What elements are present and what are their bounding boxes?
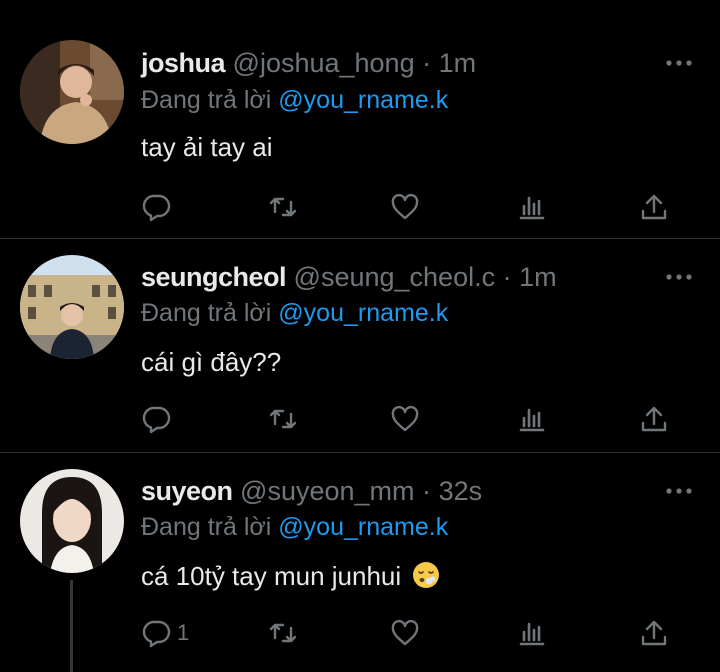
timestamp[interactable]: 1m xyxy=(519,262,557,292)
share-button[interactable] xyxy=(639,615,669,651)
share-icon xyxy=(639,618,669,648)
more-icon[interactable] xyxy=(664,270,694,284)
avatar-seungcheol[interactable] xyxy=(20,255,124,359)
reply-icon xyxy=(141,192,171,222)
analytics-icon xyxy=(517,618,547,648)
tweet-actions: 1 xyxy=(0,615,720,651)
tweet-header: joshua @joshua_hong · 1m xyxy=(141,47,476,79)
thread-line xyxy=(70,580,73,672)
like-icon xyxy=(390,618,420,648)
retweet-button[interactable] xyxy=(268,615,298,651)
tweet-text-row: cá 10tỷ tay mun junhui xyxy=(141,559,440,593)
analytics-button[interactable] xyxy=(517,189,547,225)
tweet-2[interactable]: seungcheol @seung_cheol.c · 1m Đang trả … xyxy=(0,239,720,452)
tweet-3[interactable]: suyeon @suyeon_mm · 32s Đang trả lời @yo… xyxy=(0,453,720,672)
reply-button[interactable]: 1 xyxy=(141,615,189,651)
timestamp[interactable]: 32s xyxy=(439,476,483,506)
tweet-text: cá 10tỷ tay mun junhui xyxy=(141,561,402,591)
separator-dot: · xyxy=(422,48,432,78)
mention-link[interactable]: @you_rname.k xyxy=(278,299,448,327)
like-icon xyxy=(390,404,420,434)
retweet-button[interactable] xyxy=(268,189,298,225)
face-exhaling-emoji xyxy=(412,561,440,589)
like-button[interactable] xyxy=(390,401,420,437)
user-handle[interactable]: @seung_cheol.c xyxy=(294,262,496,292)
analytics-icon xyxy=(517,404,547,434)
separator-dot: · xyxy=(422,476,432,506)
reply-button[interactable] xyxy=(141,189,177,225)
tweet-1[interactable]: joshua @joshua_hong · 1m Đang trả lời @y… xyxy=(0,0,720,238)
user-handle[interactable]: @joshua_hong xyxy=(233,48,415,78)
mention-link[interactable]: @you_rname.k xyxy=(278,513,448,541)
avatar-suyeon[interactable] xyxy=(20,469,124,573)
user-handle[interactable]: @suyeon_mm xyxy=(240,476,414,506)
more-icon[interactable] xyxy=(664,56,694,70)
retweet-icon xyxy=(268,404,298,434)
more-icon[interactable] xyxy=(664,484,694,498)
tweet-text: cái gì đây?? xyxy=(141,347,282,377)
replying-to: Đang trả lời @you_rname.k xyxy=(141,297,448,329)
reply-icon xyxy=(141,618,171,648)
reply-button[interactable] xyxy=(141,401,177,437)
mention-link[interactable]: @you_rname.k xyxy=(278,86,448,114)
like-icon xyxy=(390,192,420,222)
like-button[interactable] xyxy=(390,189,420,225)
replying-to: Đang trả lời @you_rname.k xyxy=(141,84,448,116)
timestamp[interactable]: 1m xyxy=(439,48,477,78)
reply-icon xyxy=(141,404,171,434)
tweet-actions xyxy=(0,401,720,437)
retweet-button[interactable] xyxy=(268,401,298,437)
tweet-text: tay ải tay ai xyxy=(141,132,273,162)
reply-count: 1 xyxy=(177,620,190,645)
separator-dot: · xyxy=(502,262,512,292)
display-name[interactable]: joshua xyxy=(141,48,226,78)
retweet-icon xyxy=(268,618,298,648)
display-name[interactable]: seungcheol xyxy=(141,262,287,292)
tweet-header: suyeon @suyeon_mm · 32s xyxy=(141,475,482,507)
share-button[interactable] xyxy=(639,189,669,225)
share-icon xyxy=(639,192,669,222)
tweet-actions xyxy=(0,189,720,225)
replying-to: Đang trả lời @you_rname.k xyxy=(141,511,448,543)
analytics-button[interactable] xyxy=(517,615,547,651)
replying-to-label: Đang trả lời xyxy=(141,299,272,327)
analytics-button[interactable] xyxy=(517,401,547,437)
replying-to-label: Đang trả lời xyxy=(141,86,272,114)
display-name[interactable]: suyeon xyxy=(141,476,233,506)
retweet-icon xyxy=(268,192,298,222)
avatar-joshua[interactable] xyxy=(20,40,124,144)
replying-to-label: Đang trả lời xyxy=(141,513,272,541)
tweet-header: seungcheol @seung_cheol.c · 1m xyxy=(141,261,557,293)
like-button[interactable] xyxy=(390,615,420,651)
share-button[interactable] xyxy=(639,401,669,437)
analytics-icon xyxy=(517,192,547,222)
share-icon xyxy=(639,404,669,434)
